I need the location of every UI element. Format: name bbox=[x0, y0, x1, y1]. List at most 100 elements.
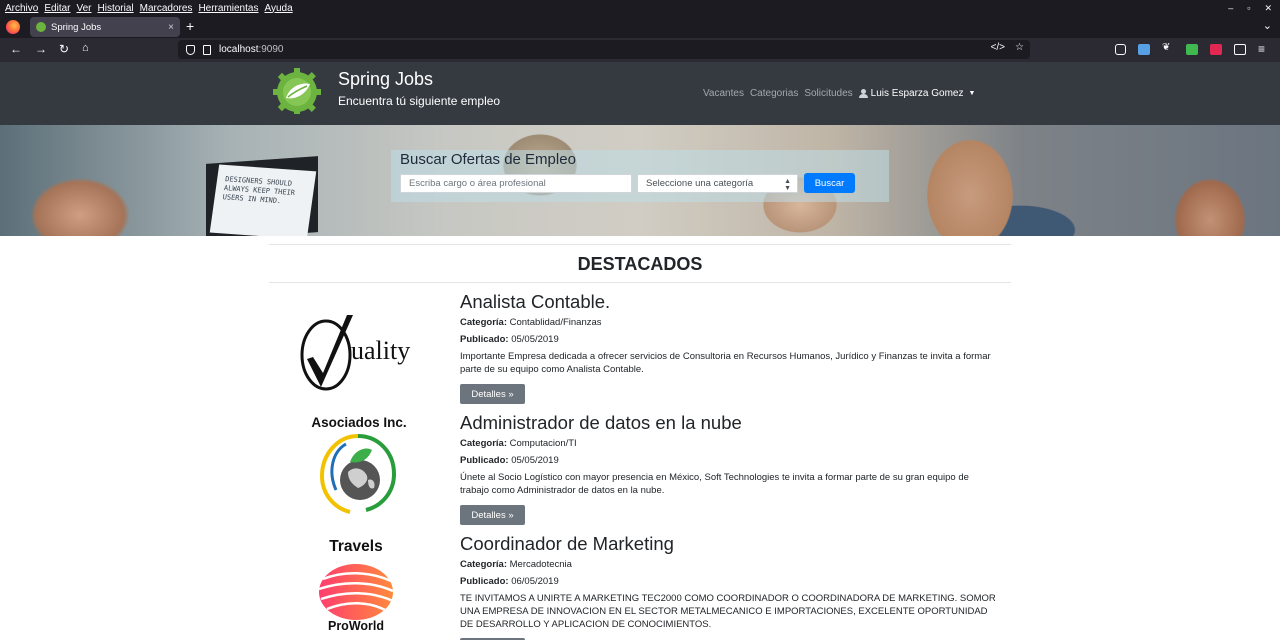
job-published: Publicado: 06/05/2019 bbox=[460, 576, 1000, 589]
new-tab-icon[interactable]: + bbox=[186, 18, 194, 34]
menu-editar[interactable]: Editar bbox=[41, 3, 73, 14]
company-logo-text-bottom: ProWorld bbox=[327, 619, 385, 633]
job-card: Asociados Inc. Administrador de datos en… bbox=[269, 412, 1011, 532]
category-label: Categoría: bbox=[460, 438, 507, 449]
category-value: Mercadotecnia bbox=[509, 559, 572, 570]
home-icon[interactable]: ⌂ bbox=[82, 42, 89, 54]
extensions-icon[interactable] bbox=[1234, 44, 1246, 55]
search-button[interactable]: Buscar bbox=[804, 173, 855, 193]
user-name: Luis Esparza Gomez bbox=[870, 88, 964, 99]
job-category: Categoría: Contablidad/Finanzas bbox=[460, 317, 1000, 330]
main-nav: Vacantes Categorias Solicitudes Luis Esp… bbox=[703, 88, 975, 99]
job-body: Coordinador de Marketing Categoría: Merc… bbox=[460, 533, 1000, 640]
section-title: DESTACADOS bbox=[577, 254, 703, 274]
quality-check-icon bbox=[300, 315, 353, 391]
published-label: Publicado: bbox=[460, 455, 509, 466]
company-logo-text-top: Travels bbox=[329, 538, 383, 555]
url-bar[interactable]: localhost:9090 </> ☆ bbox=[178, 40, 1030, 59]
job-title[interactable]: Administrador de datos en la nube bbox=[460, 412, 1000, 434]
page-icon[interactable] bbox=[203, 44, 211, 55]
published-value: 05/05/2019 bbox=[511, 455, 559, 466]
job-body: Administrador de datos en la nube Catego… bbox=[460, 412, 1000, 525]
firefox-view-icon[interactable] bbox=[6, 20, 20, 34]
brand-title[interactable]: Spring Jobs bbox=[338, 69, 433, 90]
brand-subtitle: Encuentra tú siguiente empleo bbox=[338, 94, 501, 108]
maximize-icon[interactable]: ▫ bbox=[1247, 3, 1250, 13]
forward-icon[interactable]: → bbox=[35, 42, 47, 56]
caret-down-icon: ▼ bbox=[968, 90, 976, 97]
category-label: Categoría: bbox=[460, 559, 507, 570]
minimize-icon[interactable]: – bbox=[1228, 3, 1233, 13]
extension-icon[interactable] bbox=[1138, 44, 1150, 55]
company-logo-asociados: Asociados Inc. bbox=[269, 412, 449, 532]
hero-banner: DESIGNERS SHOULD ALWAYS KEEP THEIR USERS… bbox=[0, 125, 1280, 236]
monitor-text: DESIGNERS SHOULD ALWAYS KEEP THEIR USERS… bbox=[209, 164, 317, 236]
company-logo-text: Asociados Inc. bbox=[311, 415, 407, 430]
extension-red-icon[interactable] bbox=[1210, 44, 1222, 55]
user-icon bbox=[858, 89, 868, 98]
reload-icon[interactable]: ↻ bbox=[59, 42, 69, 56]
published-label: Publicado: bbox=[460, 334, 509, 345]
list-tabs-icon[interactable]: ⌄ bbox=[1263, 19, 1272, 32]
menu-ayuda[interactable]: Ayuda bbox=[261, 3, 295, 14]
bookmark-star-icon[interactable]: ☆ bbox=[1015, 42, 1024, 53]
search-title: Buscar Ofertas de Empleo bbox=[400, 151, 576, 168]
category-value: Computacion/TI bbox=[509, 438, 577, 449]
extension-feather-icon[interactable]: ❦ bbox=[1162, 42, 1174, 53]
job-title[interactable]: Analista Contable. bbox=[460, 291, 1000, 313]
category-label: Categoría: bbox=[460, 317, 507, 328]
job-card: uality Analista Contable. Categoría: Con… bbox=[269, 291, 1011, 411]
browser-toolbar: ← → ↻ ⌂ localhost:9090 </> ☆ ❦ ≡ bbox=[0, 38, 1280, 62]
browser-menubar: Archivo Editar Ver Historial Marcadores … bbox=[0, 0, 1280, 16]
menu-archivo[interactable]: Archivo bbox=[0, 3, 41, 14]
job-title[interactable]: Coordinador de Marketing bbox=[460, 533, 1000, 555]
hero-monitor-image: DESIGNERS SHOULD ALWAYS KEEP THEIR USERS… bbox=[206, 156, 318, 236]
nav-vacantes[interactable]: Vacantes bbox=[703, 88, 744, 99]
window-controls: – ▫ ✕ bbox=[1228, 0, 1272, 16]
nav-categorias[interactable]: Categorias bbox=[750, 88, 798, 99]
menu-icon[interactable]: ≡ bbox=[1258, 42, 1265, 56]
striped-globe-icon bbox=[318, 564, 394, 620]
back-icon[interactable]: ← bbox=[10, 42, 22, 56]
published-value: 06/05/2019 bbox=[511, 576, 559, 587]
site-header: Spring Jobs Encuentra tú siguiente emple… bbox=[0, 62, 1280, 125]
category-select-value: Seleccione una categoría bbox=[646, 178, 754, 189]
details-button[interactable]: Detalles » bbox=[460, 384, 525, 404]
spring-logo-icon[interactable] bbox=[270, 68, 324, 114]
search-input[interactable]: Escriba cargo o área profesional bbox=[400, 174, 632, 193]
tab-close-icon[interactable]: × bbox=[168, 22, 174, 33]
select-arrows-icon: ▲ ▼ bbox=[784, 178, 791, 192]
user-menu[interactable]: Luis Esparza Gomez ▼ bbox=[858, 88, 976, 99]
favicon-icon bbox=[36, 22, 46, 32]
job-description: Importante Empresa dedicada a ofrecer se… bbox=[460, 351, 991, 375]
extension-green-icon[interactable] bbox=[1186, 44, 1198, 55]
category-value: Contablidad/Finanzas bbox=[509, 317, 602, 328]
job-description: Únete al Socio Logístico con mayor prese… bbox=[460, 472, 969, 496]
published-label: Publicado: bbox=[460, 576, 509, 587]
globe-leaf-icon bbox=[319, 434, 397, 514]
job-published: Publicado: 05/05/2019 bbox=[460, 334, 1000, 347]
browser-tab[interactable]: Spring Jobs × bbox=[30, 17, 180, 37]
search-panel: Buscar Ofertas de Empleo Escriba cargo o… bbox=[391, 150, 889, 202]
url-port: :9090 bbox=[258, 44, 284, 55]
category-select[interactable]: Seleccione una categoría ▲ ▼ bbox=[637, 174, 798, 193]
details-button[interactable]: Detalles » bbox=[460, 505, 525, 525]
pocket-icon[interactable] bbox=[1115, 44, 1126, 55]
menu-ver[interactable]: Ver bbox=[73, 3, 94, 14]
company-logo-quality: uality bbox=[269, 291, 449, 411]
code-icon[interactable]: </> bbox=[991, 42, 1005, 53]
menu-marcadores[interactable]: Marcadores bbox=[137, 3, 196, 14]
url-host: localhost bbox=[219, 44, 259, 55]
divider bbox=[269, 282, 1011, 283]
close-window-icon[interactable]: ✕ bbox=[1264, 3, 1272, 14]
nav-solicitudes[interactable]: Solicitudes bbox=[804, 88, 852, 99]
shield-icon[interactable] bbox=[186, 44, 195, 55]
job-description: TE INVITAMOS A UNIRTE A MARKETING TEC200… bbox=[460, 593, 996, 630]
tab-title: Spring Jobs bbox=[51, 21, 102, 33]
menu-herramientas[interactable]: Herramientas bbox=[195, 3, 261, 14]
browser-tabbar: Spring Jobs × + ⌄ bbox=[0, 16, 1280, 38]
job-category: Categoría: Mercadotecnia bbox=[460, 559, 1000, 572]
menu-historial[interactable]: Historial bbox=[95, 3, 137, 14]
published-value: 05/05/2019 bbox=[511, 334, 559, 345]
divider bbox=[269, 244, 1011, 245]
